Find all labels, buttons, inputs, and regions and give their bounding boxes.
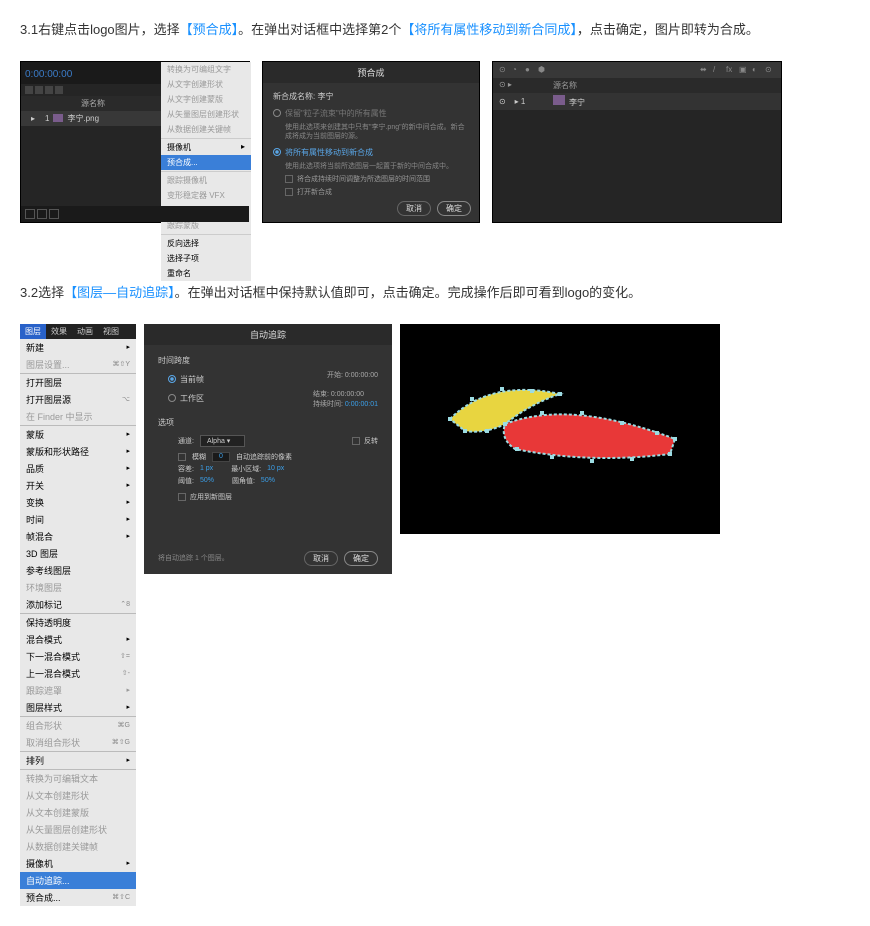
menu-item: 从文本创建形状 <box>20 787 136 804</box>
ctx-item: 从矢量图层创建形状 <box>161 107 251 122</box>
threshold-value[interactable]: 50% <box>200 477 214 484</box>
menu-item[interactable]: 摄像机 <box>20 855 136 872</box>
panel-icons-right: ⬌/fx▣◐⊙ <box>700 65 775 75</box>
menu-item: 环境图层 <box>20 579 136 596</box>
menu-item[interactable]: 变换 <box>20 494 136 511</box>
menu-item: 转换为可编辑文本 <box>20 770 136 787</box>
menu-item[interactable]: 保持透明度 <box>20 614 136 631</box>
menu-item[interactable]: 图层样式 <box>20 699 136 716</box>
menu-item[interactable]: 蒙版 <box>20 426 136 443</box>
menu-item[interactable]: 添加标记⌃8 <box>20 596 136 613</box>
menu-item[interactable]: 打开图层源⌥ <box>20 391 136 408</box>
panel-icons-left: ⊙◔●⬢ <box>499 65 548 75</box>
menu-item[interactable]: 新建 <box>20 339 136 356</box>
toggle-icon[interactable] <box>49 209 59 219</box>
ctx-item[interactable]: 反向选择 <box>161 236 251 251</box>
image-icon <box>53 114 63 122</box>
step-32-row: 图层效果动画视图 新建图层设置...⌘⇧Y打开图层打开图层源⌥在 Finder … <box>20 324 850 906</box>
menu-item[interactable]: 上一混合模式⇧- <box>20 665 136 682</box>
ctx-item: 转换为可编组文字 <box>161 62 251 77</box>
menu-tab[interactable]: 效果 <box>46 324 72 339</box>
ctx-item[interactable]: 选择子项 <box>161 251 251 266</box>
ctx-item: 变形稳定器 VFX <box>161 188 251 203</box>
menu-item[interactable]: 打开图层 <box>20 374 136 391</box>
tolerance-value[interactable]: 1 px <box>200 465 213 472</box>
blur-field[interactable]: 模糊 0 自动追踪前的像素 <box>178 452 378 462</box>
toggle-icon[interactable] <box>25 209 35 219</box>
menu-item[interactable]: 开关 <box>20 477 136 494</box>
source-row[interactable]: ⊙ ▸ 1 李宁 <box>493 93 781 110</box>
menu-item[interactable]: 蒙版和形状路径 <box>20 443 136 460</box>
corner-value[interactable]: 50% <box>261 477 275 484</box>
menu-tab[interactable]: 视图 <box>98 324 124 339</box>
menu-tab[interactable]: 动画 <box>72 324 98 339</box>
menu-item: 从矢量图层创建形状 <box>20 821 136 838</box>
source-panel: ⊙◔●⬢ ⬌/fx▣◐⊙ ⊙ ▸ 源名称 ⊙ ▸ 1 李宁 <box>492 61 782 223</box>
menu-item[interactable]: 帧混合 <box>20 528 136 545</box>
ctx-item: 从文字创建蒙版 <box>161 92 251 107</box>
menu-item: 从文本创建蒙版 <box>20 804 136 821</box>
dialog-title: 预合成 <box>263 62 479 83</box>
timecode[interactable]: 0:00:00:00 <box>25 69 72 80</box>
auto-trace-dialog: 自动追踪 时间跨度 当前帧 开始: 0:00:00:00 工作区 <box>144 324 392 574</box>
menu-item[interactable]: 下一混合模式⇧= <box>20 648 136 665</box>
ctx-item[interactable]: 摄像机 <box>161 140 251 155</box>
menu-item: 在 Finder 中显示 <box>20 408 136 425</box>
comp-name-input[interactable]: 李宁 <box>317 92 333 101</box>
ctx-item: 从文字创建形状 <box>161 77 251 92</box>
precompose-dialog: 预合成 新合成名称: 李宁 保留"粒子流束"中的所有属性 使用此选项来创建其中只… <box>262 61 480 223</box>
apply-new-layer-checkbox[interactable]: 应用到新图层 <box>178 492 378 502</box>
toggle-icon[interactable] <box>37 209 47 219</box>
step-31-text: 3.1右键点击logo图片，选择【预合成】。在弹出对话框中选择第2个【将所有属性… <box>20 20 850 41</box>
menu-item: 图层设置...⌘⇧Y <box>20 356 136 373</box>
menu-item[interactable]: 参考线图层 <box>20 562 136 579</box>
radio-current-frame[interactable]: 当前帧 <box>168 374 204 385</box>
menu-item[interactable]: 排列 <box>20 752 136 769</box>
ok-button[interactable]: 确定 <box>344 551 378 566</box>
step-32-text: 3.2选择【图层—自动追踪】。在弹出对话框中保持默认值即可，点击确定。完成操作后… <box>20 283 850 304</box>
cancel-button[interactable]: 取消 <box>397 201 431 216</box>
menu-item[interactable]: 预合成...⌘⇧C <box>20 889 136 906</box>
context-menu: 转换为可编组文字从文字创建形状从文字创建蒙版从矢量图层创建形状从数据创建关键帧摄… <box>161 62 251 281</box>
menu-item[interactable]: 混合模式 <box>20 631 136 648</box>
channel-dropdown[interactable]: Alpha ▾ <box>200 435 245 447</box>
ctx-item: 跟踪摄像机 <box>161 173 251 188</box>
timeline-panel: 0:00:00:00 源名称 ▸ 1 李宁.png 转换为可编组文字从文字创建形… <box>20 61 250 223</box>
step-31-row: 0:00:00:00 源名称 ▸ 1 李宁.png 转换为可编组文字从文字创建形… <box>20 61 850 223</box>
menu-item[interactable]: 3D 图层 <box>20 545 136 562</box>
minarea-value[interactable]: 10 px <box>267 465 284 472</box>
menu-item[interactable]: 品质 <box>20 460 136 477</box>
traced-logo <box>430 369 690 489</box>
menu-item[interactable]: 自动追踪... <box>20 872 136 889</box>
invert-checkbox[interactable]: 反转 <box>352 436 378 446</box>
menu-tab[interactable]: 图层 <box>20 324 46 339</box>
trace-preview <box>400 324 720 534</box>
layer-menu: 图层效果动画视图 新建图层设置...⌘⇧Y打开图层打开图层源⌥在 Finder … <box>20 324 136 906</box>
dialog-title: 自动追踪 <box>144 324 392 345</box>
open-comp-checkbox[interactable]: 打开新合成 <box>285 187 469 197</box>
menu-item: 组合形状⌘G <box>20 717 136 734</box>
radio-work-area[interactable]: 工作区 <box>168 393 204 405</box>
menu-item: 跟踪遮罩 <box>20 682 136 699</box>
ctx-item[interactable]: 重命名 <box>161 266 251 281</box>
radio-move-attrs[interactable]: 将所有属性移动到新合成 <box>273 147 469 158</box>
radio-keep-attrs: 保留"粒子流束"中的所有属性 <box>273 108 469 119</box>
ctx-item[interactable]: 预合成... <box>161 155 251 170</box>
menu-item: 取消组合形状⌘⇧G <box>20 734 136 751</box>
trace-status: 将自动追踪 1 个图层。 <box>158 553 229 563</box>
ctx-item: 从数据创建关键帧 <box>161 122 251 137</box>
cancel-button[interactable]: 取消 <box>304 551 338 566</box>
comp-icon <box>553 95 565 105</box>
ok-button[interactable]: 确定 <box>437 201 471 216</box>
menu-item[interactable]: 时间 <box>20 511 136 528</box>
adjust-duration-checkbox[interactable]: 将合成持续时间调整为所选图层的时间范围 <box>285 174 469 184</box>
menu-item: 从数据创建关键帧 <box>20 838 136 855</box>
